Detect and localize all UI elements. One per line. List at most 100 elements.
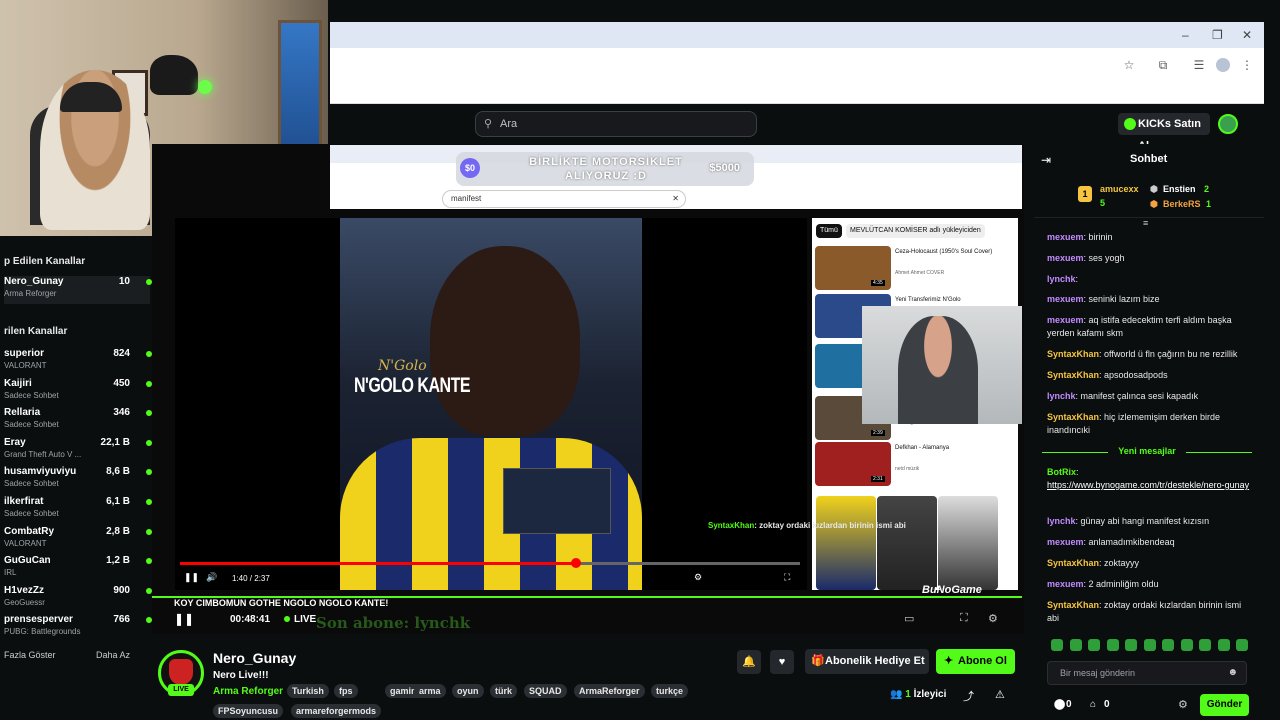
sidebar-channel[interactable]: GuGuCan IRL 1,2 B	[4, 555, 152, 583]
chat-username[interactable]: SyntaxKhan	[1047, 412, 1099, 422]
viewer-label: İzleyici	[913, 689, 947, 700]
goal-target: $5000	[709, 162, 740, 174]
minimize-icon[interactable]: –	[1182, 28, 1189, 42]
chat-username[interactable]: BotRix	[1047, 467, 1076, 477]
expand-leaderboard-icon[interactable]: ≡	[1143, 218, 1148, 228]
chat-username[interactable]: mexuem	[1047, 253, 1084, 263]
sidebar-channel[interactable]: CombatRy VALORANT 2,8 B	[4, 526, 152, 554]
follow-heart-icon[interactable]: ♥	[770, 650, 794, 674]
tag-chip[interactable]: ArmaReforger	[574, 684, 645, 698]
chat-input[interactable]: Bir mesaj gönderin ☻	[1047, 661, 1247, 685]
theatre-icon[interactable]: ▭	[904, 612, 914, 625]
tag-chip[interactable]: arma	[414, 684, 446, 698]
channel-viewers: 766	[113, 614, 130, 626]
chat-username[interactable]: SyntaxKhan	[1047, 600, 1099, 610]
yt-video-title: Defkhan - Alamanya	[895, 445, 950, 451]
tag-chip[interactable]: fps	[334, 684, 358, 698]
share-icon[interactable]: ⤴	[963, 688, 974, 704]
sidebar-channel-nero-gunay[interactable]: Nero_Gunay Arma Reforger 10	[4, 276, 152, 304]
browser-profile-icon[interactable]	[1216, 58, 1230, 72]
chat-username[interactable]: SyntaxKhan	[1047, 370, 1099, 380]
bookmark-star-icon[interactable]: ☆	[1122, 58, 1136, 72]
buy-kicks-button[interactable]: KICKs Satın Al	[1118, 113, 1210, 152]
stream-category[interactable]: Arma Reforger	[213, 686, 283, 697]
sidebar-channel[interactable]: H1vezZz GeoGuessr 900	[4, 585, 152, 613]
goal-text: BİRLİKTE MOTORSİKLET ALIYORUZ :D	[529, 156, 683, 182]
tag-chip[interactable]: Turkish	[287, 684, 329, 698]
leaderboard-name-2: Enstien	[1163, 184, 1196, 194]
search-input[interactable]: ⚲ Ara	[475, 111, 757, 137]
emote-icon[interactable]	[1199, 639, 1211, 651]
donation-goal-overlay: $0 BİRLİKTE MOTORSİKLET ALIYORUZ :D $500…	[456, 152, 754, 186]
sidebar-channel[interactable]: superior VALORANT 824	[4, 348, 152, 376]
collapse-chat-icon[interactable]: ⇥	[1041, 153, 1051, 167]
tag-chip[interactable]: turkçe	[651, 684, 689, 698]
chat-username[interactable]: SyntaxKhan	[1047, 349, 1099, 359]
yt-video-duration: 2:31	[871, 476, 885, 482]
gift-sub-button[interactable]: 🎁 Abonelik Hediye Et	[805, 649, 929, 674]
show-more-link[interactable]: Fazla Göster	[4, 650, 56, 660]
extensions-icon[interactable]: ⧉	[1156, 58, 1170, 72]
tag-chip[interactable]: FPSoyuncusu	[213, 704, 284, 718]
notification-bell-icon[interactable]: 🔔	[737, 650, 761, 674]
tag-chip[interactable]: türk	[490, 684, 518, 698]
stream-timecode: 00:48:41	[230, 614, 271, 625]
sidebar-channel[interactable]: Rellaria Sadece Sohbet 346	[4, 407, 152, 435]
chat-username[interactable]: mexuem	[1047, 579, 1084, 589]
reading-list-icon[interactable]: ☰	[1192, 58, 1206, 72]
chat-text: : ses yogh	[1083, 253, 1125, 263]
progress-knob	[570, 558, 581, 568]
settings-icon[interactable]: ⚙	[988, 612, 998, 625]
browser-menu-icon[interactable]: ⋮	[1240, 58, 1254, 72]
emote-icon[interactable]	[1236, 639, 1248, 651]
chat-text: : seninki lazım bize	[1083, 294, 1160, 304]
youtube-search-text: manifest	[451, 194, 482, 203]
chat-username[interactable]: mexuem	[1047, 232, 1084, 242]
restore-icon[interactable]: ❐	[1212, 28, 1223, 42]
new-messages-divider: Yeni mesajlar	[1042, 446, 1252, 456]
emote-icon[interactable]	[1106, 639, 1119, 651]
chat-username[interactable]: lynchk	[1047, 391, 1076, 401]
tag-chip[interactable]: armareforgermods	[291, 704, 382, 718]
chat-input-placeholder: Bir mesaj gönderin	[1060, 668, 1136, 678]
chat-message: lynchk:	[1047, 273, 1253, 286]
emote-icon[interactable]	[1069, 639, 1082, 651]
emote-icon[interactable]	[1162, 639, 1174, 651]
emote-icon[interactable]	[1143, 639, 1156, 651]
chat-settings-icon[interactable]: ⚙	[1178, 698, 1188, 711]
show-less-link[interactable]: Daha Az	[96, 650, 130, 660]
tag-chip[interactable]: SQUAD	[524, 684, 567, 698]
emote-icon[interactable]	[1217, 639, 1230, 651]
chat-username[interactable]: SyntaxKhan	[1047, 558, 1099, 568]
chat-username[interactable]: lynchk	[1047, 516, 1076, 526]
send-button[interactable]: Gönder	[1200, 694, 1249, 716]
chat-link[interactable]: https://www.bynogame.com/tr/destekle/ner…	[1047, 480, 1249, 490]
channel-name: husamviyuviyu	[4, 466, 77, 478]
close-window-icon[interactable]: ✕	[1242, 28, 1252, 42]
sidebar-channel[interactable]: husamviyuviyu Sadece Sohbet 8,6 B	[4, 466, 152, 494]
emote-icon[interactable]	[1051, 639, 1063, 651]
sidebar-channel[interactable]: prensesperver PUBG: Battlegrounds 766	[4, 614, 152, 642]
chat-username[interactable]: mexuem	[1047, 294, 1084, 304]
chat-username[interactable]: mexuem	[1047, 537, 1084, 547]
emoji-icon[interactable]: ☻	[1227, 662, 1238, 684]
chat-username[interactable]: lynchk	[1047, 274, 1076, 284]
fullscreen-icon[interactable]: ⛶	[960, 612, 968, 625]
sidebar-channel[interactable]: ilkerfirat Sadece Sohbet 6,1 B	[4, 496, 152, 524]
emote-icon[interactable]	[1180, 639, 1193, 651]
pause-icon[interactable]: ❚❚	[174, 612, 194, 626]
channel-viewers: 450	[113, 377, 130, 389]
chat-username[interactable]: mexuem	[1047, 315, 1084, 325]
sidebar-channel[interactable]: Eray Grand Theft Auto V ... 22,1 B	[4, 437, 152, 465]
sidebar-channel[interactable]: Kaijiri Sadece Sohbet 450	[4, 377, 152, 406]
report-icon[interactable]: ⚠	[995, 688, 1005, 701]
user-avatar[interactable]	[1218, 114, 1238, 134]
chat-text: : manifest çalınca sesi kapadık	[1075, 391, 1199, 401]
channel-name[interactable]: Nero_Gunay	[213, 650, 296, 666]
emote-icon[interactable]	[1088, 639, 1100, 651]
points-value: 0	[1066, 699, 1072, 710]
tag-chip[interactable]: oyun	[452, 684, 484, 698]
emote-icon[interactable]	[1125, 639, 1137, 651]
subscribe-button[interactable]: ✦ Abone Ol	[936, 649, 1015, 674]
chat-text: : 2 adminliğim oldu	[1083, 579, 1159, 589]
